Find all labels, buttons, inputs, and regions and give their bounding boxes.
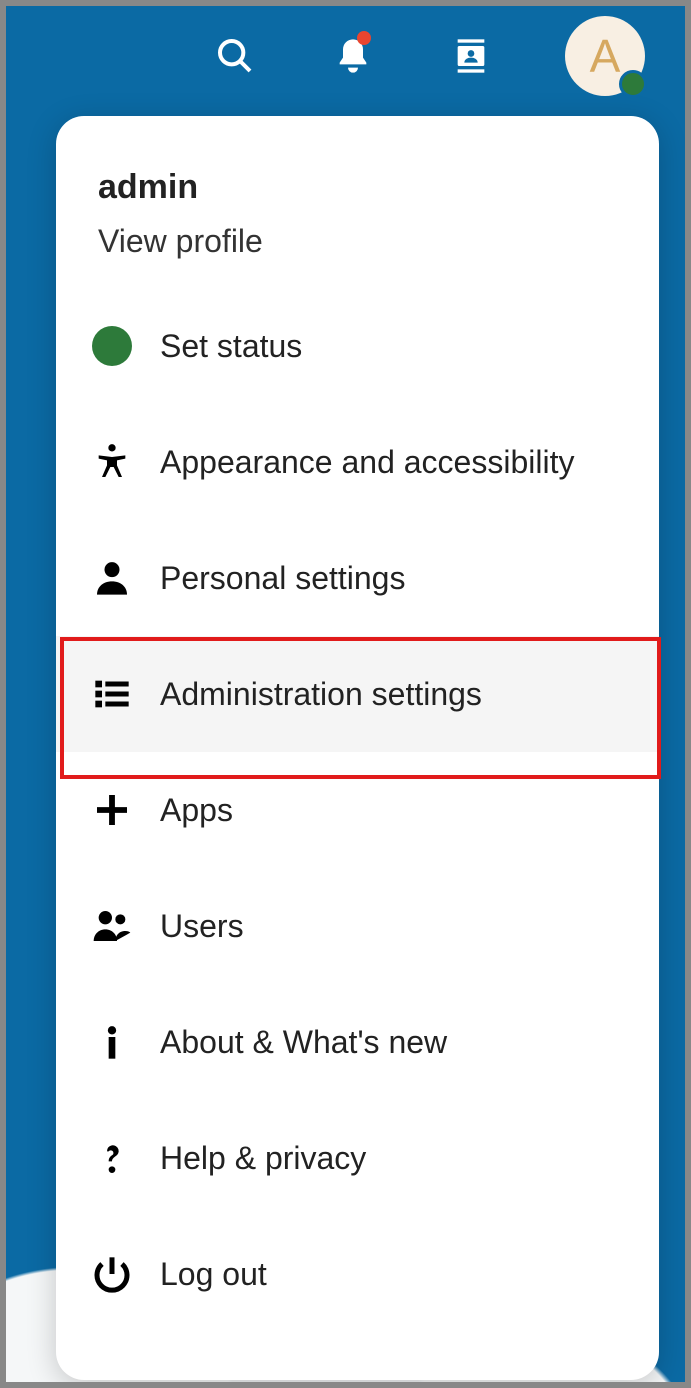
users-icon <box>90 904 134 948</box>
menu-item-users[interactable]: Users <box>56 868 659 984</box>
menu-label: Log out <box>160 1256 267 1293</box>
menu-item-apps[interactable]: Apps <box>56 752 659 868</box>
view-profile-link[interactable]: View profile <box>98 223 617 260</box>
menu-item-appearance[interactable]: Appearance and accessibility <box>56 404 659 520</box>
avatar-initial: A <box>590 29 621 83</box>
menu-item-personal-settings[interactable]: Personal settings <box>56 520 659 636</box>
menu-item-logout[interactable]: Log out <box>56 1216 659 1332</box>
menu-label: Users <box>160 908 244 945</box>
status-icon <box>90 324 134 368</box>
power-icon <box>90 1252 134 1296</box>
info-icon <box>90 1020 134 1064</box>
menu-item-about[interactable]: About & What's new <box>56 984 659 1100</box>
topbar: A <box>6 6 685 106</box>
menu-item-administration-settings[interactable]: Administration settings <box>56 636 659 752</box>
menu-label: Set status <box>160 328 302 365</box>
menu-item-set-status[interactable]: Set status <box>56 288 659 404</box>
search-icon <box>215 36 255 76</box>
menu-label: About & What's new <box>160 1024 447 1061</box>
menu-label: Apps <box>160 792 233 829</box>
menu-label: Help & privacy <box>160 1140 366 1177</box>
menu-label: Appearance and accessibility <box>160 444 574 481</box>
person-icon <box>90 556 134 600</box>
search-button[interactable] <box>211 32 259 80</box>
user-menu-dropdown: admin View profile Set status Appearance… <box>56 116 659 1380</box>
plus-icon <box>90 788 134 832</box>
admin-settings-icon <box>90 672 134 716</box>
contacts-icon <box>451 36 491 76</box>
avatar-button[interactable]: A <box>565 16 645 96</box>
contacts-button[interactable] <box>447 32 495 80</box>
menu-item-help[interactable]: Help & privacy <box>56 1100 659 1216</box>
menu-label: Administration settings <box>160 676 482 713</box>
notifications-button[interactable] <box>329 32 377 80</box>
status-indicator <box>619 70 647 98</box>
username: admin <box>98 168 617 207</box>
question-icon <box>90 1136 134 1180</box>
accessibility-icon <box>90 440 134 484</box>
menu-label: Personal settings <box>160 560 405 597</box>
notification-dot <box>357 31 371 45</box>
